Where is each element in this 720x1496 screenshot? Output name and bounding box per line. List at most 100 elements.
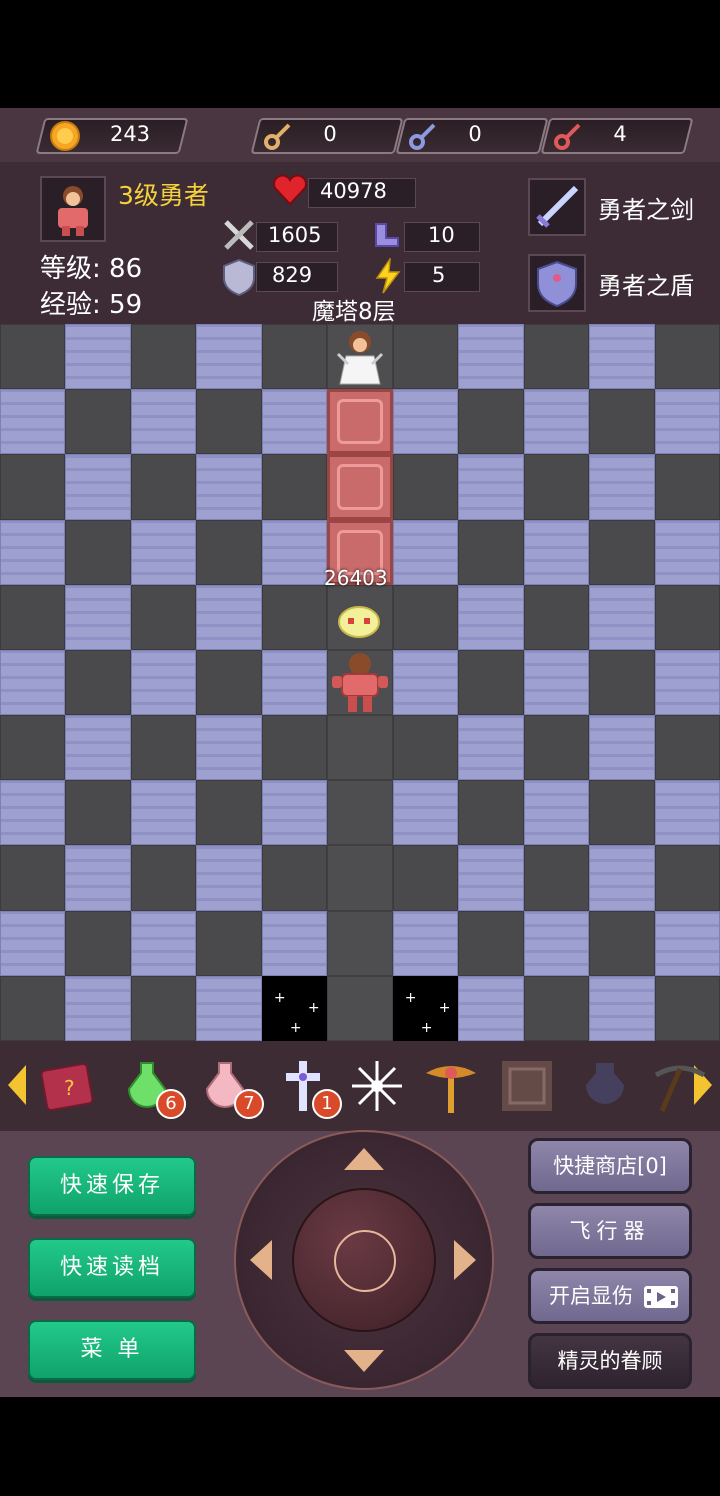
floor-tile[interactable]	[589, 910, 655, 976]
item-slot-winged-staff[interactable]	[420, 1055, 482, 1117]
floor-tile[interactable]	[458, 780, 524, 846]
show-damage-button[interactable]: 开启显伤	[528, 1268, 692, 1324]
quick-load-button[interactable]: 快速读档	[28, 1238, 196, 1298]
floor-tile[interactable]	[65, 584, 131, 650]
floor-tile[interactable]	[130, 780, 197, 846]
red-door-tile[interactable]	[327, 389, 393, 455]
floor-tile[interactable]	[261, 519, 328, 585]
floor-tile[interactable]	[458, 715, 524, 781]
floor-tile[interactable]	[261, 649, 328, 716]
item-slot-monster-manual[interactable]: ?	[36, 1055, 98, 1117]
floor-tile[interactable]	[654, 910, 720, 976]
floor-tile[interactable]	[0, 584, 66, 650]
floor-tile[interactable]	[130, 454, 197, 520]
floor-tile[interactable]	[65, 649, 131, 716]
floor-tile[interactable]	[654, 715, 720, 781]
floor-tile[interactable]	[327, 715, 393, 781]
floor-tile[interactable]	[65, 519, 131, 585]
floor-tile[interactable]	[261, 910, 328, 976]
floor-tile[interactable]	[458, 519, 524, 585]
floor-tile[interactable]	[654, 324, 720, 390]
floor-tile[interactable]	[523, 389, 590, 455]
floor-tile[interactable]	[589, 780, 655, 846]
floor-tile[interactable]	[523, 715, 590, 781]
floor-tile[interactable]	[392, 649, 459, 716]
item-slot-green-potion[interactable]: 6	[116, 1055, 186, 1119]
quick-shop-button[interactable]: 快捷商店[0]	[528, 1138, 692, 1194]
floor-tile[interactable]	[0, 389, 66, 455]
item-slot-pickaxe[interactable]	[648, 1055, 710, 1117]
item-slot-red-door[interactable]	[496, 1055, 558, 1117]
floor-tile[interactable]	[0, 780, 66, 846]
floor-tile[interactable]	[196, 519, 262, 585]
floor-tile[interactable]	[589, 519, 655, 585]
floor-tile[interactable]	[0, 519, 66, 585]
floor-tile[interactable]	[130, 389, 197, 455]
floor-tile[interactable]	[0, 910, 66, 976]
floor-tile[interactable]	[458, 584, 524, 650]
floor-tile[interactable]	[196, 975, 262, 1041]
floor-tile[interactable]	[523, 649, 590, 716]
floor-tile[interactable]	[196, 845, 262, 911]
floor-tile[interactable]	[196, 584, 262, 650]
floor-tile[interactable]	[589, 845, 655, 911]
item-prev-arrow-icon[interactable]	[8, 1065, 26, 1105]
floor-tile[interactable]	[261, 780, 328, 846]
floor-tile[interactable]	[589, 649, 655, 716]
floor-tile[interactable]	[523, 910, 590, 976]
floor-tile[interactable]	[589, 389, 655, 455]
floor-tile[interactable]	[130, 845, 197, 911]
floor-tile[interactable]	[523, 780, 590, 846]
item-slot-snowflake[interactable]	[346, 1055, 408, 1117]
dpad-left-icon[interactable]	[250, 1240, 272, 1280]
quick-save-button[interactable]: 快速保存	[28, 1156, 196, 1216]
floor-tile[interactable]	[261, 715, 328, 781]
floor-tile[interactable]	[458, 454, 524, 520]
floor-tile[interactable]	[392, 519, 459, 585]
dpad-down-icon[interactable]	[344, 1350, 384, 1372]
floor-tile[interactable]	[392, 324, 459, 390]
floor-tile[interactable]	[65, 845, 131, 911]
dpad-right-icon[interactable]	[454, 1240, 476, 1280]
fairy-npc-icon[interactable]	[330, 324, 390, 388]
floor-tile[interactable]	[196, 649, 262, 716]
item-slot-cross[interactable]: 1	[272, 1055, 342, 1119]
floor-tile[interactable]	[261, 389, 328, 455]
item-slot-pink-potion[interactable]: 7	[194, 1055, 264, 1119]
floor-tile[interactable]	[654, 649, 720, 716]
floor-tile[interactable]	[392, 454, 459, 520]
floor-tile[interactable]	[458, 324, 524, 390]
floor-tile[interactable]	[392, 845, 459, 911]
floor-tile[interactable]	[0, 324, 66, 390]
floor-tile[interactable]	[0, 975, 66, 1041]
floor-tile[interactable]	[654, 780, 720, 846]
floor-tile[interactable]	[458, 389, 524, 455]
fly-button[interactable]: 飞行器	[528, 1203, 692, 1259]
floor-tile[interactable]	[589, 454, 655, 520]
dpad-up-icon[interactable]	[344, 1148, 384, 1170]
floor-tile[interactable]	[0, 649, 66, 716]
floor-tile[interactable]	[458, 649, 524, 716]
menu-button[interactable]: 菜 单	[28, 1320, 196, 1380]
floor-tile[interactable]	[261, 324, 328, 390]
floor-tile[interactable]	[523, 584, 590, 650]
floor-tile[interactable]	[327, 975, 393, 1041]
item-slot-blue-vase[interactable]	[574, 1055, 636, 1117]
floor-tile[interactable]	[392, 389, 459, 455]
stairs-tile[interactable]: + + +	[392, 975, 459, 1041]
floor-tile[interactable]	[654, 454, 720, 520]
floor-tile[interactable]	[392, 780, 459, 846]
floor-tile[interactable]	[392, 715, 459, 781]
floor-tile[interactable]	[654, 845, 720, 911]
floor-tile[interactable]	[654, 519, 720, 585]
floor-tile[interactable]	[196, 324, 262, 390]
floor-tile[interactable]	[261, 845, 328, 911]
stairs-tile[interactable]: + + +	[261, 975, 328, 1041]
floor-tile[interactable]	[0, 715, 66, 781]
floor-tile[interactable]	[654, 389, 720, 455]
floor-tile[interactable]	[392, 584, 459, 650]
floor-tile[interactable]	[523, 454, 590, 520]
floor-tile[interactable]	[589, 715, 655, 781]
floor-tile[interactable]	[327, 845, 393, 911]
floor-tile[interactable]	[196, 780, 262, 846]
